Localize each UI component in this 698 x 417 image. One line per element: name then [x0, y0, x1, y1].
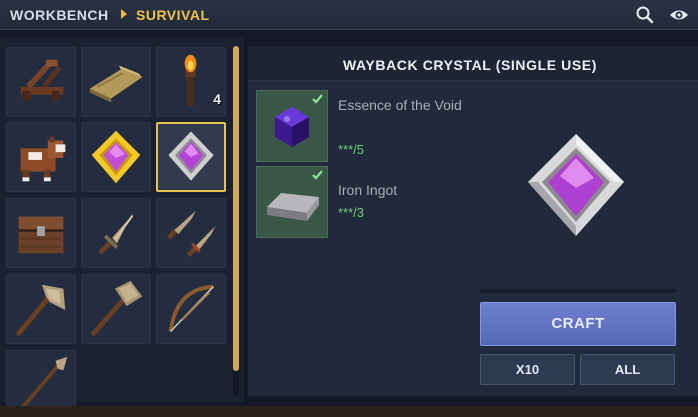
- recipe-slot-bedroll[interactable]: [81, 47, 151, 117]
- recipe-detail-panel: WAYBACK CRYSTAL (SINGLE USE) Essence of …: [248, 46, 698, 396]
- detail-title-bar: WAYBACK CRYSTAL (SINGLE USE): [248, 46, 698, 81]
- bow-icon: [168, 284, 214, 332]
- recipe-slot-hammer[interactable]: [81, 274, 151, 344]
- recipe-list-scrollbar[interactable]: [233, 46, 239, 396]
- recipe-title: WAYBACK CRYSTAL (SINGLE USE): [342, 57, 598, 73]
- recipe-list: 4: [0, 38, 244, 417]
- recipe-slot-axe[interactable]: [6, 274, 76, 344]
- recipe-slot-creature[interactable]: [6, 122, 76, 192]
- breadcrumb-workbench[interactable]: WORKBENCH: [10, 7, 109, 23]
- search-icon[interactable]: [634, 4, 656, 26]
- wayback-crystal-preview-icon: [528, 134, 624, 236]
- recipe-slot-chest[interactable]: [6, 198, 76, 268]
- ingredient-slot-void-essence[interactable]: [256, 90, 328, 162]
- bottom-strip: [0, 406, 698, 417]
- recipe-slot-gold-crystal[interactable]: [81, 122, 151, 192]
- recipe-slot-torch[interactable]: 4: [156, 47, 226, 117]
- iron-ingot-icon: [267, 170, 323, 221]
- recipe-slot-catapult[interactable]: [6, 47, 76, 117]
- ingredient-name: Essence of the Void: [338, 97, 462, 113]
- top-bar: WORKBENCH SURVIVAL: [0, 0, 698, 30]
- checkmark-icon: [312, 94, 323, 104]
- recipe-slot-dagger[interactable]: [81, 198, 151, 268]
- ingredient-quantity: ***/5: [338, 142, 365, 157]
- ingredient-slot-iron-ingot[interactable]: [256, 166, 328, 238]
- breadcrumb-survival[interactable]: SURVIVAL: [136, 7, 210, 23]
- recipe-preview: [524, 130, 628, 240]
- recipe-slot-wayback-crystal[interactable]: [156, 122, 226, 192]
- scrollbar-thumb[interactable]: [233, 46, 239, 371]
- item-count: 4: [213, 91, 221, 107]
- breadcrumb-separator-icon: [121, 9, 127, 19]
- craft-all-button[interactable]: ALL: [580, 354, 675, 385]
- ingredient-quantity: ***/3: [338, 205, 365, 220]
- wayback-crystal-icon: [168, 131, 214, 181]
- chest-icon: [18, 216, 64, 254]
- catapult-icon: [20, 59, 64, 101]
- dagger-icon: [99, 212, 135, 254]
- creature-icon: [20, 136, 66, 182]
- gold-crystal-icon: [91, 130, 141, 184]
- craft-button[interactable]: CRAFT: [480, 302, 676, 346]
- axe-icon: [16, 284, 66, 336]
- craft-progress-bar: [480, 289, 676, 293]
- eye-icon[interactable]: [668, 4, 690, 26]
- bedroll-icon: [89, 65, 143, 103]
- dual-daggers-icon: [166, 210, 216, 258]
- recipe-slot-bow[interactable]: [156, 274, 226, 344]
- craft-x10-button[interactable]: X10: [480, 354, 575, 385]
- recipe-slot-dual-daggers[interactable]: [156, 198, 226, 268]
- ingredient-name: Iron Ingot: [338, 182, 398, 198]
- checkmark-icon: [312, 170, 323, 180]
- void-essence-icon: [275, 94, 323, 147]
- hammer-icon: [91, 280, 143, 336]
